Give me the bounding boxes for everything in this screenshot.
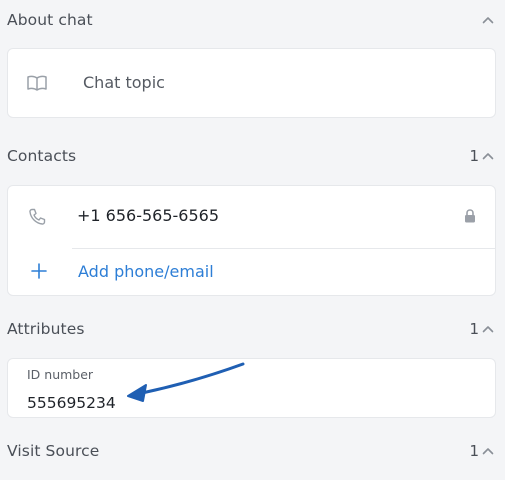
contact-phone-row[interactable]: +1 656-565-6565 <box>8 186 495 248</box>
chat-topic-input[interactable]: Chat topic <box>83 73 165 92</box>
attributes-count: 1 <box>469 320 479 338</box>
chevron-up-icon[interactable] <box>481 322 495 336</box>
chevron-up-icon[interactable] <box>481 444 495 458</box>
attributes-title: Attributes <box>7 320 85 338</box>
chat-details-panel: About chat Chat topic Contacts 1 +1 656-… <box>0 0 505 480</box>
contact-phone-value[interactable]: +1 656-565-6565 <box>77 206 219 225</box>
visit-source-title: Visit Source <box>7 442 100 460</box>
about-chat-title: About chat <box>7 11 93 29</box>
visit-source-header[interactable]: Visit Source 1 <box>0 436 505 466</box>
contacts-card: +1 656-565-6565 Add phone/email <box>7 185 496 296</box>
book-icon <box>26 74 48 92</box>
chevron-up-icon[interactable] <box>481 149 495 163</box>
plus-icon[interactable] <box>31 263 47 279</box>
chevron-up-icon[interactable] <box>481 13 495 27</box>
attributes-header[interactable]: Attributes 1 <box>0 314 505 344</box>
add-phone-email-link[interactable]: Add phone/email <box>78 262 214 281</box>
lock-icon <box>463 208 477 224</box>
id-number-label: ID number <box>27 367 94 382</box>
add-phone-email-row[interactable]: Add phone/email <box>8 249 495 295</box>
contacts-title: Contacts <box>7 147 77 165</box>
contacts-header[interactable]: Contacts 1 <box>0 141 505 171</box>
phone-icon <box>27 207 47 227</box>
about-chat-header[interactable]: About chat <box>0 5 505 35</box>
contacts-count: 1 <box>469 147 479 165</box>
id-number-value[interactable]: 555695234 <box>27 394 116 412</box>
chat-topic-card[interactable]: Chat topic <box>7 48 496 118</box>
visit-source-count: 1 <box>469 442 479 460</box>
id-number-field[interactable]: ID number 555695234 <box>7 358 496 418</box>
